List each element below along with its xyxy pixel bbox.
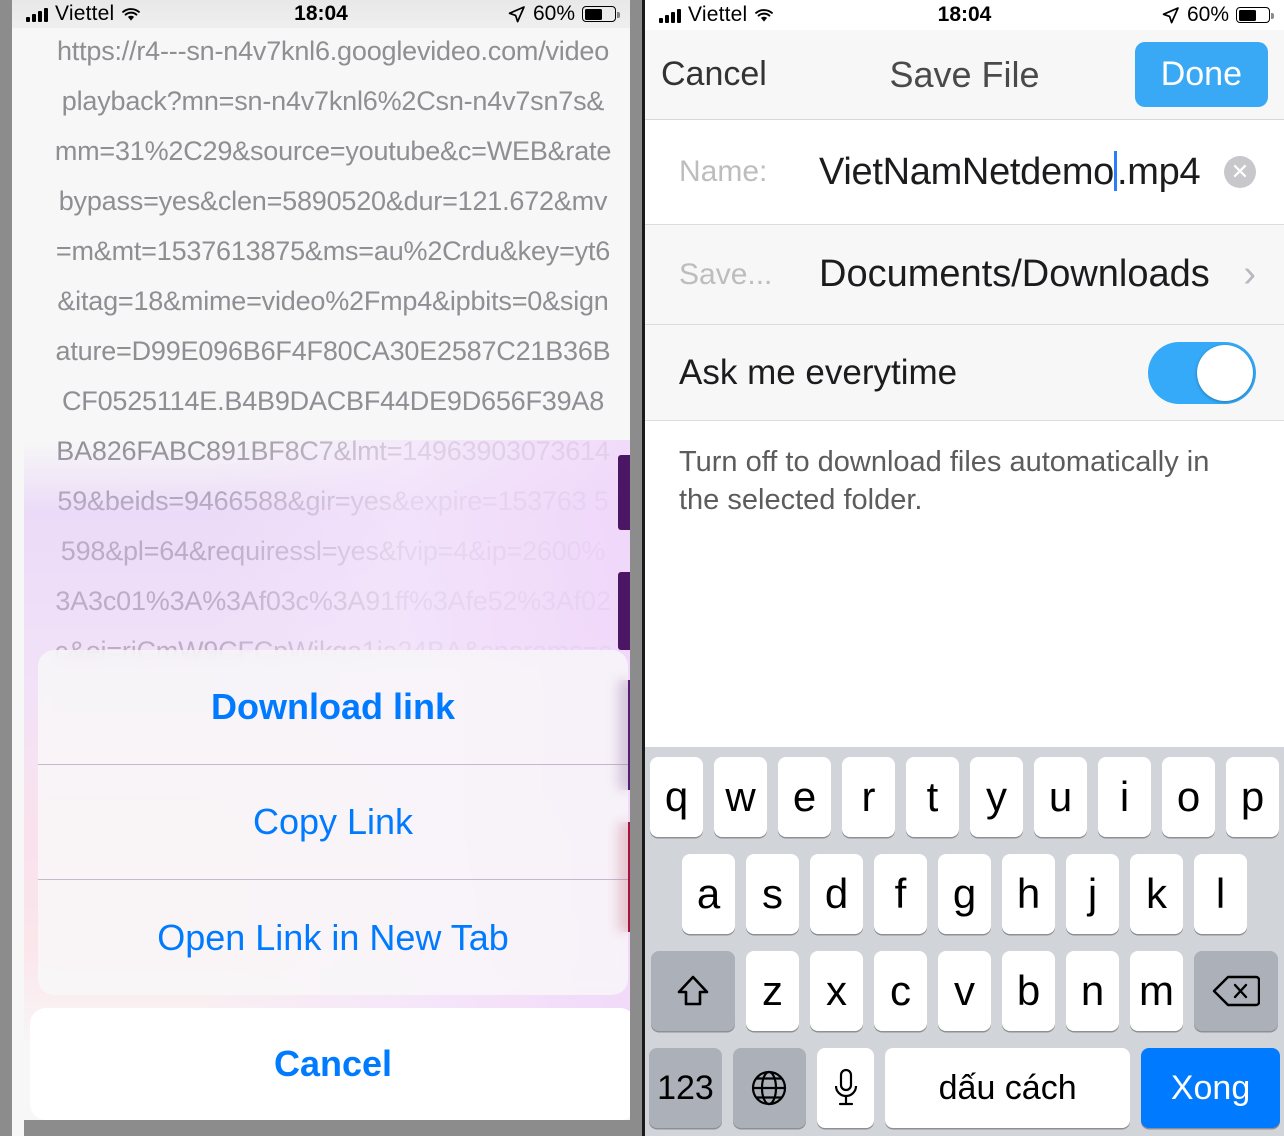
microphone-icon[interactable] — [816, 1048, 875, 1128]
key-b[interactable]: b — [1002, 951, 1055, 1031]
keyboard-row-3: z x c v b n m — [649, 951, 1280, 1031]
key-u[interactable]: u — [1034, 757, 1087, 837]
ask-everytime-hint: Turn off to download files automatically… — [645, 421, 1284, 519]
key-d[interactable]: d — [810, 854, 863, 934]
key-w[interactable]: w — [714, 757, 767, 837]
left-phone-viewport: https://r4---sn-n4v7knl6.googlevideo.com… — [12, 0, 630, 1136]
key-a[interactable]: a — [682, 854, 735, 934]
space-key[interactable]: dấu cách — [885, 1048, 1131, 1128]
link-url-preview-panel: https://r4---sn-n4v7knl6.googlevideo.com… — [24, 0, 630, 660]
left-phone-screen: https://r4---sn-n4v7knl6.googlevideo.com… — [0, 0, 642, 1136]
open-link-new-tab-option[interactable]: Open Link in New Tab — [38, 880, 628, 995]
return-key[interactable]: Xong — [1141, 1048, 1280, 1128]
key-c[interactable]: c — [874, 951, 927, 1031]
key-m[interactable]: m — [1130, 951, 1183, 1031]
onscreen-keyboard: q w e r t y u i o p a s d f g h j k l z … — [645, 747, 1284, 1136]
key-p[interactable]: p — [1226, 757, 1279, 837]
save-label: Save... — [679, 257, 773, 291]
key-f[interactable]: f — [874, 854, 927, 934]
backspace-delete-icon[interactable] — [1194, 951, 1278, 1031]
shift-arrow-icon[interactable] — [651, 951, 735, 1031]
key-g[interactable]: g — [938, 854, 991, 934]
battery-icon — [1236, 7, 1274, 23]
save-file-navbar: Cancel Save File Done — [645, 30, 1284, 120]
filename-text-before-caret: VietNamNetdemo — [819, 150, 1115, 193]
save-location-row[interactable]: Save... Documents/Downloads › — [645, 225, 1284, 325]
dual-screenshot-container: https://r4---sn-n4v7knl6.googlevideo.com… — [0, 0, 1284, 1136]
key-i[interactable]: i — [1098, 757, 1151, 837]
chevron-right-icon: › — [1243, 253, 1256, 295]
battery-percent-label: 60% — [1186, 3, 1229, 26]
key-y[interactable]: y — [970, 757, 1023, 837]
status-bar-right-group: 60% — [1161, 3, 1274, 27]
battery-percent-label: 60% — [532, 2, 575, 25]
ask-everytime-toggle[interactable] — [1148, 341, 1256, 404]
link-action-sheet: Download link Copy Link Open Link in New… — [38, 650, 628, 995]
ask-everytime-row[interactable]: Ask me everytime — [645, 325, 1284, 421]
download-link-option[interactable]: Download link — [38, 650, 628, 765]
status-bar: Viettel 18:04 60% — [12, 0, 630, 28]
filename-text-after-caret: .mp4 — [1117, 150, 1201, 193]
location-arrow-icon — [507, 5, 526, 24]
key-j[interactable]: j — [1066, 854, 1119, 934]
status-bar: Viettel 18:04 60% — [645, 0, 1284, 30]
key-z[interactable]: z — [746, 951, 799, 1031]
filename-input[interactable]: VietNamNetdemo.mp4 — [819, 150, 1224, 194]
key-h[interactable]: h — [1002, 854, 1055, 934]
clear-circle-x-icon[interactable]: ✕ — [1224, 156, 1256, 188]
keyboard-row-2: a s d f g h j k l — [649, 854, 1280, 934]
key-r[interactable]: r — [842, 757, 895, 837]
numbers-key[interactable]: 123 — [649, 1048, 722, 1128]
key-s[interactable]: s — [746, 854, 799, 934]
action-sheet-cancel-button[interactable]: Cancel — [30, 1008, 630, 1120]
key-k[interactable]: k — [1130, 854, 1183, 934]
location-arrow-icon — [1161, 6, 1180, 25]
key-o[interactable]: o — [1162, 757, 1215, 837]
filename-row[interactable]: Name: VietNamNetdemo.mp4 ✕ — [645, 120, 1284, 225]
key-q[interactable]: q — [650, 757, 703, 837]
key-e[interactable]: e — [778, 757, 831, 837]
globe-language-icon[interactable] — [732, 1048, 806, 1128]
keyboard-row-4: 123 dấu cách Xong — [649, 1048, 1280, 1128]
key-v[interactable]: v — [938, 951, 991, 1031]
key-x[interactable]: x — [810, 951, 863, 1031]
link-url-text: https://r4---sn-n4v7knl6.googlevideo.com… — [54, 36, 612, 660]
key-l[interactable]: l — [1194, 854, 1247, 934]
key-t[interactable]: t — [906, 757, 959, 837]
save-location-value: Documents/Downloads — [819, 253, 1210, 295]
home-indicator-area — [24, 1120, 630, 1136]
copy-link-option[interactable]: Copy Link — [38, 765, 628, 880]
done-button[interactable]: Done — [1134, 42, 1268, 107]
keyboard-row-1: q w e r t y u i o p — [649, 757, 1280, 837]
battery-icon — [582, 6, 620, 22]
right-phone-screen: Viettel 18:04 60% Cancel Save File Done … — [642, 0, 1284, 1136]
status-bar-right-group: 60% — [507, 2, 620, 26]
name-label: Name: — [679, 155, 768, 188]
key-n[interactable]: n — [1066, 951, 1119, 1031]
ask-everytime-label: Ask me everytime — [679, 352, 958, 392]
